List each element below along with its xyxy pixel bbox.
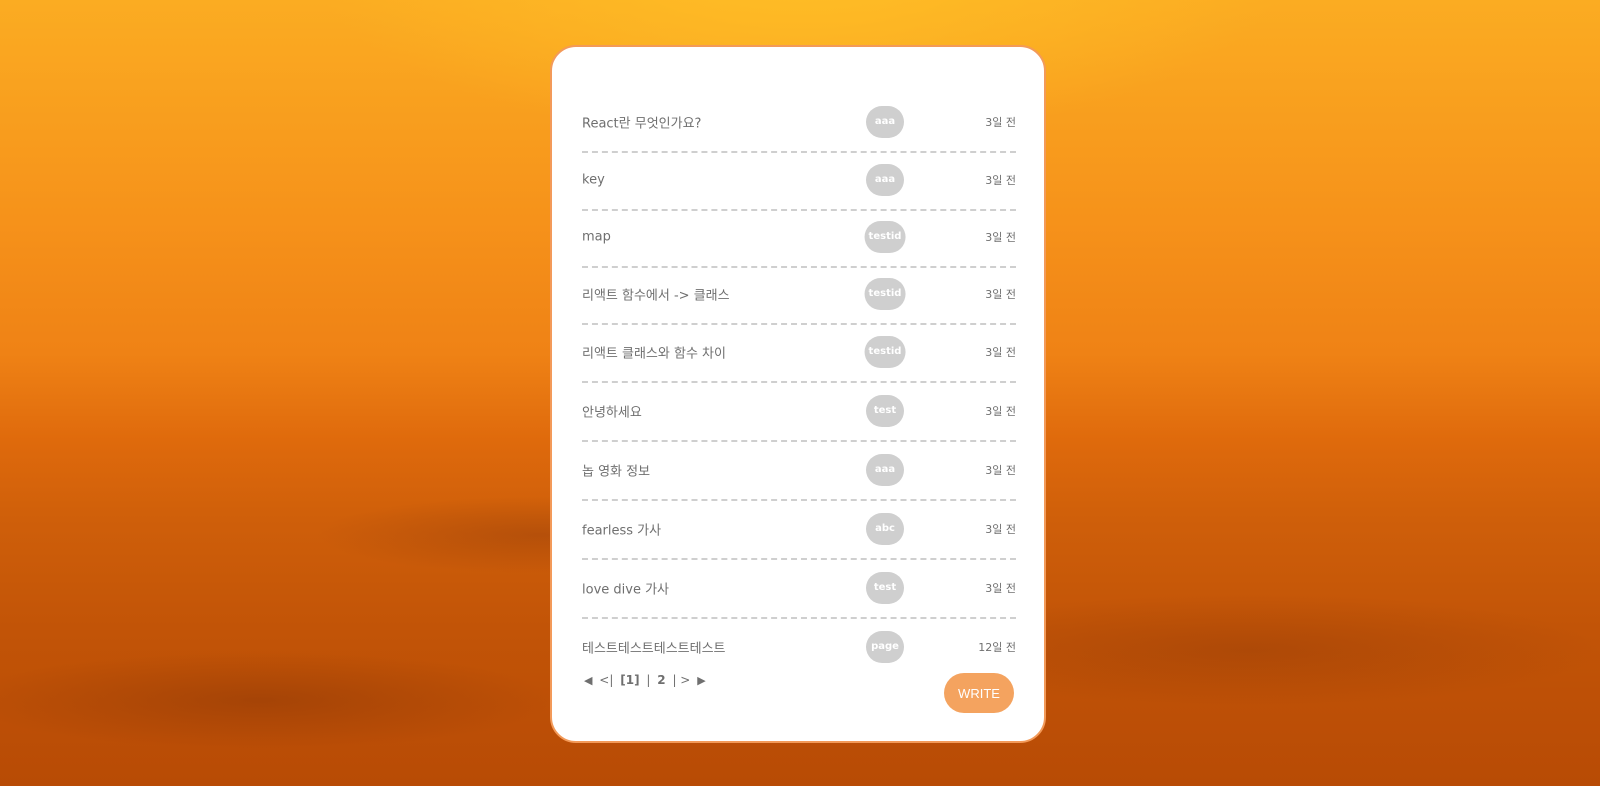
author-badge: abc (866, 512, 904, 545)
author-badge: aaa (866, 453, 904, 486)
post-date: 3일 전 (985, 404, 1016, 418)
triangle-right-icon[interactable]: ▶ (697, 674, 705, 687)
post-title[interactable]: fearless 가사 (582, 519, 661, 538)
page-separator: | (646, 673, 651, 687)
post-title[interactable]: 안녕하세요 (582, 401, 642, 420)
author-badge: test (866, 394, 904, 427)
author-badge: testid (864, 335, 906, 368)
post-date: 3일 전 (985, 581, 1016, 595)
current-page: [1] (620, 673, 640, 687)
next-page-link[interactable]: | > (672, 673, 690, 687)
post-row[interactable]: 안녕하세요 test 3일 전 (582, 381, 1016, 442)
post-row[interactable]: 리액트 클래스와 함수 차이 testid 3일 전 (582, 322, 1016, 383)
pagination: ◀ <| [1] | 2 | > ▶ (584, 673, 709, 687)
post-title[interactable]: React란 무엇인가요? (582, 112, 701, 131)
author-badge: aaa (866, 105, 904, 138)
post-date: 3일 전 (985, 522, 1016, 536)
post-title[interactable]: 리액트 클래스와 함수 차이 (582, 342, 726, 361)
triangle-left-icon[interactable]: ◀ (584, 674, 592, 687)
post-title[interactable]: 테스트테스트테스트테스트 (582, 637, 726, 656)
post-row[interactable]: love dive 가사 test 3일 전 (582, 558, 1016, 619)
post-title[interactable]: 리액트 함수에서 -> 클래스 (582, 284, 730, 303)
post-title[interactable]: love dive 가사 (582, 578, 669, 597)
page-link-2[interactable]: 2 (657, 673, 665, 687)
post-row[interactable]: map testid 3일 전 (582, 207, 1016, 268)
post-row[interactable]: React란 무엇인가요? aaa 3일 전 (582, 92, 1016, 153)
post-row[interactable]: fearless 가사 abc 3일 전 (582, 499, 1016, 560)
board-card: React란 무엇인가요? aaa 3일 전 key aaa 3일 전 map … (550, 45, 1046, 743)
author-badge: page (866, 630, 904, 663)
post-date: 3일 전 (985, 345, 1016, 359)
post-title[interactable]: key (582, 172, 605, 187)
post-date: 3일 전 (985, 115, 1016, 129)
author-badge: testid (864, 220, 906, 253)
post-date: 3일 전 (985, 230, 1016, 244)
prev-page-link[interactable]: <| (599, 673, 613, 687)
post-date: 3일 전 (985, 463, 1016, 477)
post-title[interactable]: 놉 영화 정보 (582, 460, 650, 479)
post-row[interactable]: 리액트 함수에서 -> 클래스 testid 3일 전 (582, 264, 1016, 325)
post-row[interactable]: 테스트테스트테스트테스트 page 12일 전 (582, 617, 1016, 676)
post-row[interactable]: key aaa 3일 전 (582, 150, 1016, 211)
post-date: 3일 전 (985, 287, 1016, 301)
post-date: 3일 전 (985, 173, 1016, 187)
author-badge: aaa (866, 163, 904, 196)
author-badge: test (866, 571, 904, 604)
post-title[interactable]: map (582, 229, 611, 244)
post-date: 12일 전 (978, 640, 1016, 654)
author-badge: testid (864, 277, 906, 310)
write-button[interactable]: WRITE (944, 673, 1014, 713)
post-row[interactable]: 놉 영화 정보 aaa 3일 전 (582, 440, 1016, 501)
